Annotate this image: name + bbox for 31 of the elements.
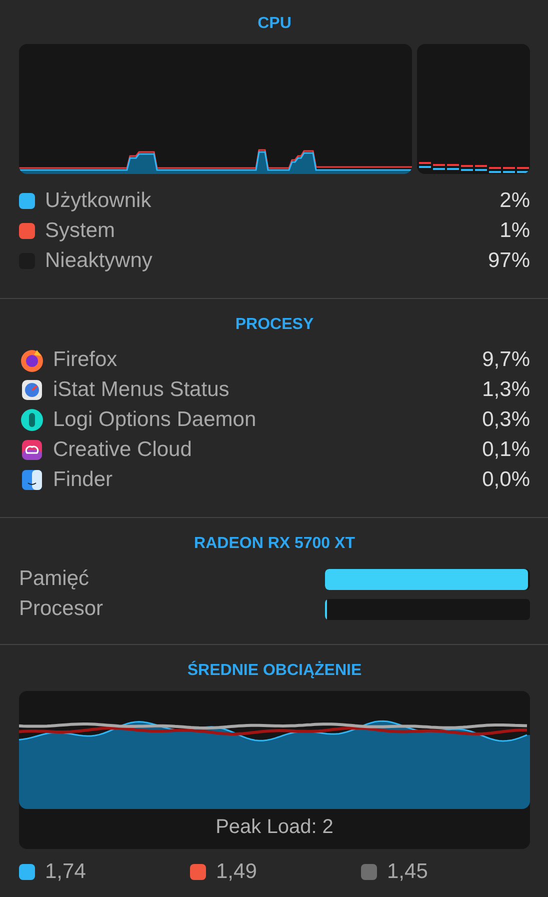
legend-label: Nieaktywny <box>45 249 152 273</box>
process-name: iStat Menus Status <box>53 378 230 402</box>
process-value: 1,3% <box>482 378 530 402</box>
gpu-label: Procesor <box>19 597 104 621</box>
process-value: 9,7% <box>482 348 530 372</box>
legend-label: System <box>45 219 116 243</box>
app-icon <box>19 437 45 463</box>
load-value: 1,74 <box>45 860 86 884</box>
process-value: 0,0% <box>482 468 530 492</box>
app-icon <box>19 347 45 373</box>
legend-value: 2% <box>500 189 530 213</box>
process-value: 0,3% <box>482 408 530 432</box>
legend-value: 1% <box>500 219 530 243</box>
legend-label: Użytkownik <box>45 189 152 213</box>
app-icon <box>19 407 45 433</box>
section-title: CPU <box>258 14 292 34</box>
process-value: 0,1% <box>482 438 530 462</box>
app-icon <box>19 377 45 403</box>
peak-load-label: Peak Load: 2 <box>216 816 334 839</box>
legend-value: 97% <box>488 249 530 273</box>
section-title: ŚREDNIE OBCIĄŻENIE <box>187 661 362 681</box>
process-name: Logi Options Daemon <box>53 408 256 432</box>
process-name: Finder <box>53 468 113 492</box>
load-value: 1,45 <box>387 860 428 884</box>
section-title: PROCESY <box>235 315 314 335</box>
load-value: 1,49 <box>216 860 257 884</box>
process-name: Firefox <box>53 348 118 372</box>
section-title: RADEON RX 5700 XT <box>194 534 355 554</box>
gpu-label: Pamięć <box>19 567 90 591</box>
app-icon <box>19 467 45 493</box>
process-name: Creative Cloud <box>53 438 192 462</box>
